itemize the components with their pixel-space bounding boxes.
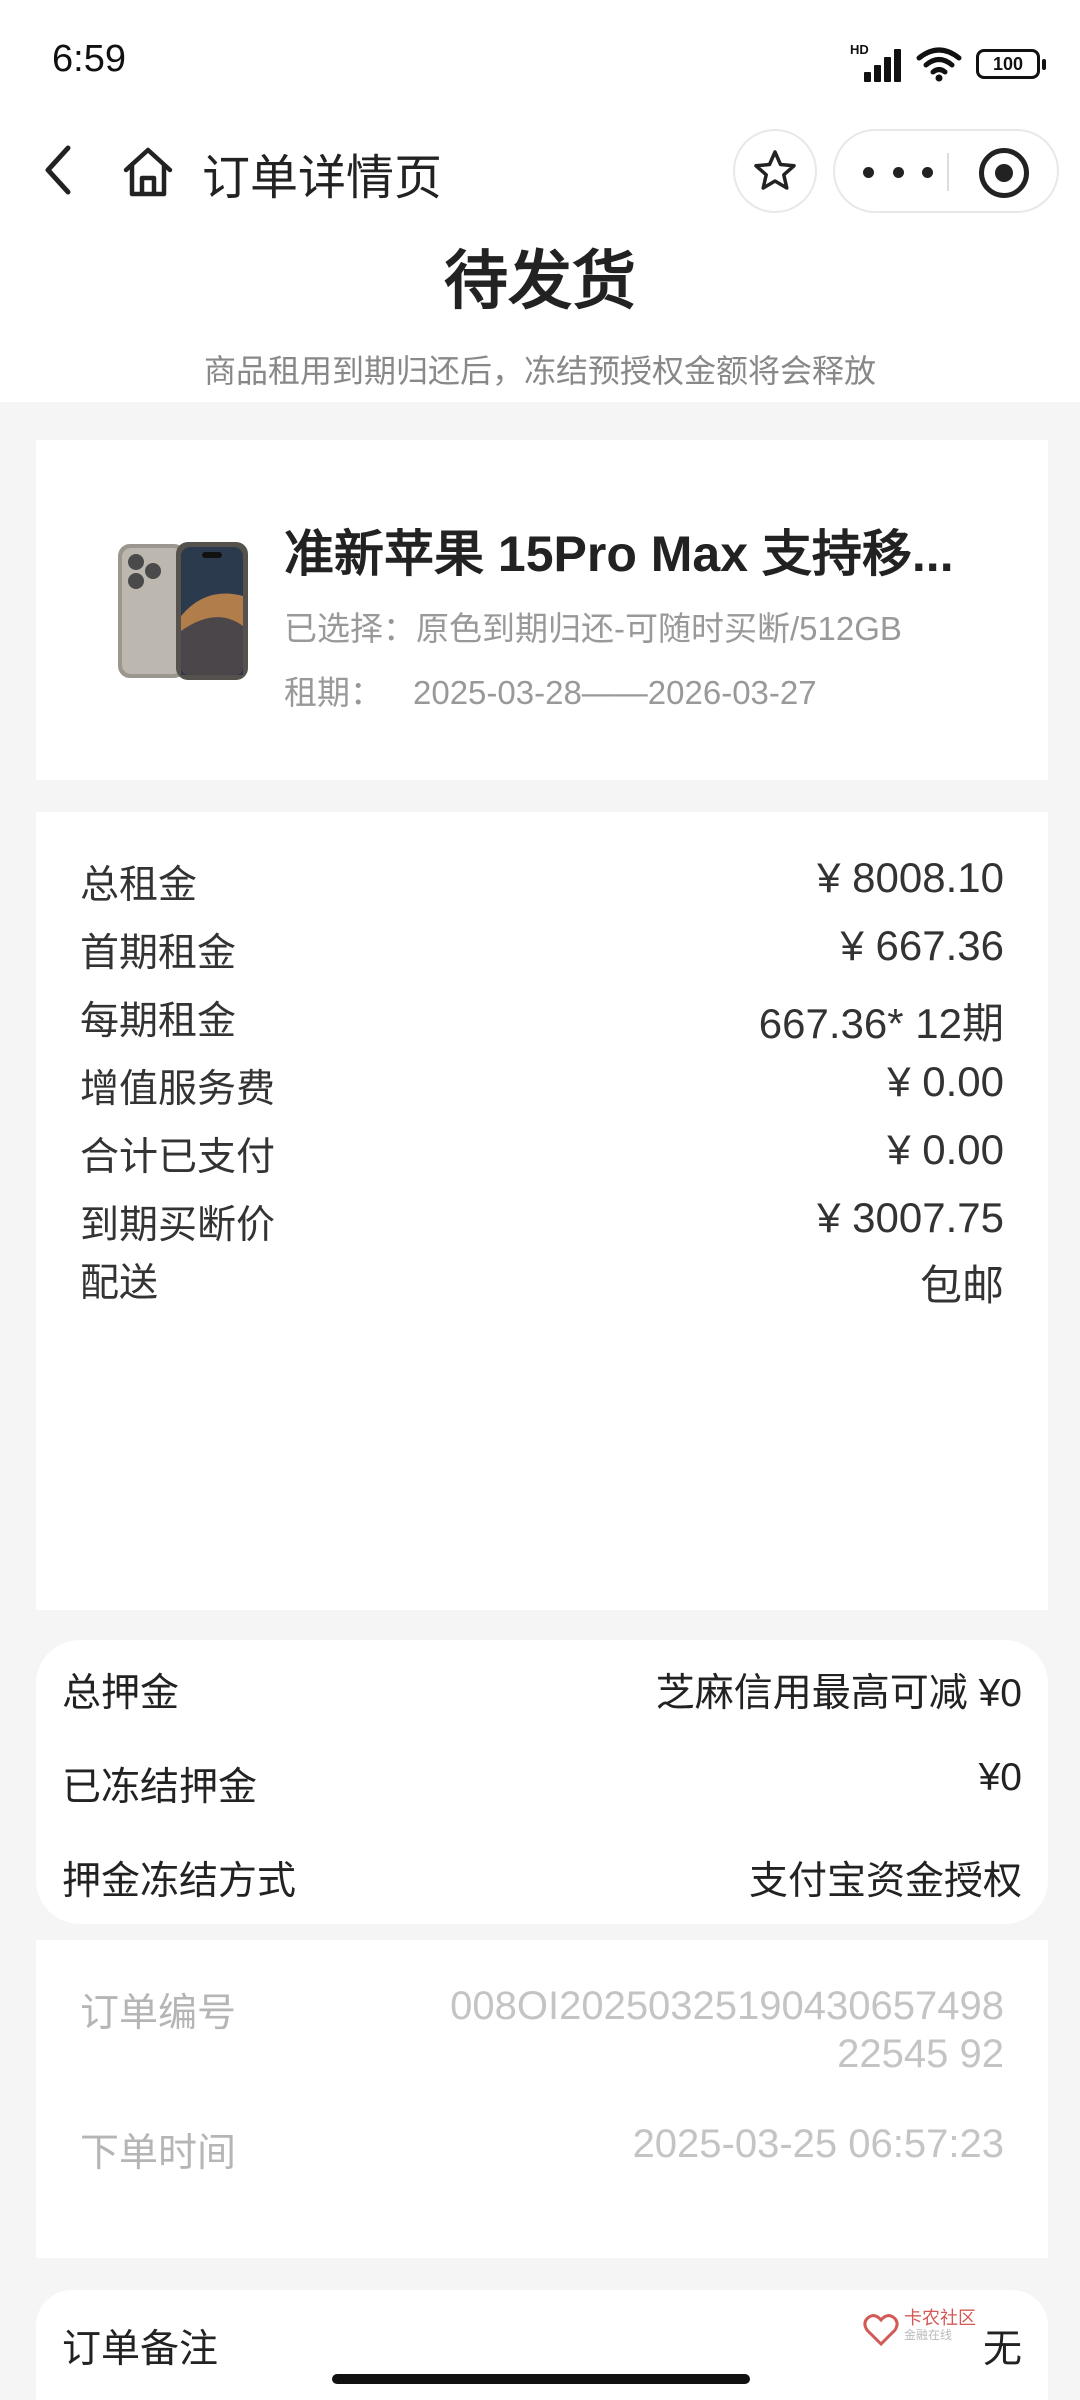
more-icon[interactable] xyxy=(863,159,933,185)
community-watermark: 卡农社区 金融在线 xyxy=(862,2302,1032,2358)
rent-row-delivery: 配送 包邮 xyxy=(80,1252,1004,1312)
deposit-row-value: 支付宝资金授权 xyxy=(748,1860,1022,1903)
order-time-value: 2025-03-25 06:57:23 xyxy=(632,2122,1004,2166)
rent-row-per-period: 每期租金 667.36* 12期 xyxy=(80,990,1004,1050)
deposit-row-value: ¥0 xyxy=(978,1756,1022,1799)
rent-row-first: 首期租金 ¥ 667.36 xyxy=(80,922,1004,982)
signal-icon: HD xyxy=(850,42,902,82)
rent-row-paid: 合计已支付 ¥ 0.00 xyxy=(80,1126,1004,1186)
status-bar: 6:59 HD 100 xyxy=(0,0,1080,120)
deposit-row-label: 总押金 xyxy=(62,1672,180,1715)
wifi-icon xyxy=(916,47,962,82)
rent-row-label: 增值服务费 xyxy=(80,1068,276,1111)
deposit-card: 总押金 芝麻信用最高可减 ¥0 已冻结押金 ¥0 押金冻结方式 支付宝资金授权 xyxy=(36,1640,1048,1924)
product-name: 准新苹果 15Pro Max 支持移... xyxy=(284,526,954,582)
star-icon xyxy=(754,150,796,190)
close-target-icon[interactable] xyxy=(979,148,1029,198)
order-time-label: 下单时间 xyxy=(80,2132,237,2175)
rent-row-buyout: 到期买断价 ¥ 3007.75 xyxy=(80,1194,1004,1254)
order-status-hint: 商品租用到期归还后，冻结预授权金额将会释放 xyxy=(203,353,876,389)
watermark-logo-icon xyxy=(863,2314,899,2347)
home-button[interactable] xyxy=(118,144,178,200)
rental-period: 租期： 2025-03-28——2026-03-27 xyxy=(284,666,817,714)
page-title: 订单详情页 xyxy=(202,152,443,205)
watermark-subtext: 金融在线 xyxy=(904,2328,953,2342)
home-indicator[interactable] xyxy=(332,2374,750,2384)
order-number-label: 订单编号 xyxy=(80,1992,237,2035)
deposit-row-label: 已冻结押金 xyxy=(62,1766,258,1809)
order-status-title: 待发货 xyxy=(444,245,636,317)
rent-row-value: ¥ 8008.10 xyxy=(817,854,1004,901)
miniapp-capsule xyxy=(833,129,1059,213)
order-number-value[interactable]: 008OI2025032519043065749822545 92 xyxy=(444,1982,1004,2078)
back-arrow-icon xyxy=(45,145,71,195)
rent-row-service-fee: 增值服务费 ¥ 0.00 xyxy=(80,1058,1004,1118)
status-icons: HD 100 xyxy=(850,42,1046,84)
status-time: 6:59 xyxy=(52,38,126,80)
order-remark-label: 订单备注 xyxy=(62,2328,219,2371)
rental-period-label: 租期： xyxy=(284,674,383,711)
rent-row-value: 667.36* 12期 xyxy=(758,1000,1004,1047)
rent-row-value: 包邮 xyxy=(919,1262,1004,1309)
rent-row-label: 到期买断价 xyxy=(80,1204,276,1247)
product-spec: 已选择：原色到期归还-可随时买断/512GB xyxy=(284,610,902,647)
deposit-row-label: 押金冻结方式 xyxy=(62,1860,297,1903)
deposit-row-method: 押金冻结方式 支付宝资金授权 xyxy=(62,1850,1022,1910)
nav-bar: 订单详情页 xyxy=(0,120,1080,220)
rent-row-label: 首期租金 xyxy=(80,932,237,975)
rent-details-card: 总租金 ¥ 8008.10 首期租金 ¥ 667.36 每期租金 667.36*… xyxy=(36,812,1048,1610)
deposit-row-total: 总押金 芝麻信用最高可减 ¥0 xyxy=(62,1662,1022,1722)
product-card[interactable]: 准新苹果 15Pro Max 支持移... 已选择：原色到期归还-可随时买断/5… xyxy=(36,440,1048,780)
home-icon xyxy=(123,147,173,197)
capsule-divider xyxy=(947,153,949,191)
rent-row-label: 合计已支付 xyxy=(80,1136,276,1179)
rent-row-total: 总租金 ¥ 8008.10 xyxy=(80,854,1004,914)
favorite-button[interactable] xyxy=(733,129,817,213)
network-type-label: HD xyxy=(850,42,869,57)
deposit-row-value: 芝麻信用最高可减 ¥0 xyxy=(655,1672,1022,1715)
rent-row-value: ¥ 0.00 xyxy=(887,1058,1004,1105)
rent-row-label: 配送 xyxy=(80,1262,159,1305)
rent-row-label: 每期租金 xyxy=(80,1000,237,1043)
rent-row-label: 总租金 xyxy=(80,864,198,907)
rent-row-value: ¥ 3007.75 xyxy=(817,1194,1004,1241)
battery-icon: 100 xyxy=(976,49,1046,79)
product-image xyxy=(118,542,248,680)
rental-period-value: 2025-03-28——2026-03-27 xyxy=(413,674,817,711)
rent-row-value: ¥ 667.36 xyxy=(840,922,1005,969)
back-button[interactable] xyxy=(30,138,90,202)
rent-row-value: ¥ 0.00 xyxy=(887,1126,1004,1173)
order-info-card: 订单编号 008OI2025032519043065749822545 92 下… xyxy=(36,1940,1048,2258)
deposit-row-frozen: 已冻结押金 ¥0 xyxy=(62,1756,1022,1816)
